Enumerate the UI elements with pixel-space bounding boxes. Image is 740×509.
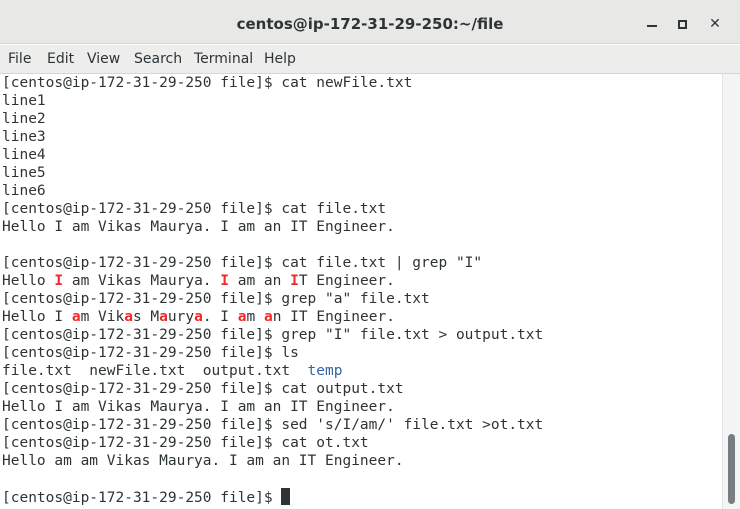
- menu-help[interactable]: Help: [264, 51, 296, 67]
- vertical-scrollbar[interactable]: [722, 74, 740, 509]
- grep-match: I: [54, 273, 64, 289]
- grep-match: a: [71, 309, 81, 325]
- terminal-text: Hello am am Vikas Maurya. I am an IT Eng…: [2, 453, 404, 469]
- menu-edit[interactable]: Edit: [47, 51, 74, 67]
- terminal-line: line3: [2, 128, 543, 146]
- terminal-text: [centos@ip-172-31-29-250 file]$ ls: [2, 345, 299, 361]
- grep-match: a: [124, 309, 133, 325]
- grep-match: a: [237, 309, 247, 325]
- terminal-text: n IT Engineer.: [272, 309, 395, 325]
- terminal-line: line6: [2, 182, 543, 200]
- terminal-line: [centos@ip-172-31-29-250 file]$ cat outp…: [2, 380, 543, 398]
- terminal-text: line1: [2, 93, 46, 109]
- terminal-line: Hello am am Vikas Maurya. I am an IT Eng…: [2, 452, 543, 470]
- terminal-line: [centos@ip-172-31-29-250 file]$ cat newF…: [2, 74, 543, 92]
- terminal-text: line5: [2, 165, 46, 181]
- maximize-button[interactable]: [670, 12, 694, 36]
- terminal-line: Hello I am Vikas Maurya. I am an IT Engi…: [2, 308, 543, 326]
- terminal-text: am Vikas Maurya.: [63, 273, 221, 289]
- minimize-button[interactable]: [640, 12, 664, 36]
- grep-match: I: [220, 273, 229, 289]
- grep-match: a: [263, 309, 273, 325]
- terminal-window: centos@ip-172-31-29-250:~/file ✕ File Ed…: [0, 0, 740, 509]
- terminal-text: [centos@ip-172-31-29-250 file]$: [2, 490, 282, 506]
- terminal-line: line4: [2, 146, 543, 164]
- close-button[interactable]: ✕: [703, 12, 727, 36]
- terminal-lines: [centos@ip-172-31-29-250 file]$ cat newF…: [2, 74, 543, 506]
- terminal-line: [centos@ip-172-31-29-250 file]$ cat ot.t…: [2, 434, 543, 452]
- terminal-line: line1: [2, 92, 543, 110]
- terminal-line: line2: [2, 110, 543, 128]
- terminal-text: s M: [132, 309, 160, 325]
- terminal-line: [centos@ip-172-31-29-250 file]$ cat file…: [2, 254, 543, 272]
- terminal-text: [centos@ip-172-31-29-250 file]$ sed 's/I…: [2, 417, 544, 433]
- terminal-line: [centos@ip-172-31-29-250 file]$ grep "I"…: [2, 326, 543, 344]
- terminal-text: [centos@ip-172-31-29-250 file]$ cat outp…: [2, 381, 404, 397]
- terminal-line: line5: [2, 164, 543, 182]
- title-bar[interactable]: centos@ip-172-31-29-250:~/file ✕: [0, 0, 740, 44]
- menu-file[interactable]: File: [8, 51, 31, 67]
- directory-name: temp: [307, 363, 343, 379]
- terminal-text: line3: [2, 129, 46, 145]
- menu-search[interactable]: Search: [134, 51, 182, 67]
- grep-match: a: [194, 309, 203, 325]
- scrollbar-thumb[interactable]: [728, 434, 735, 504]
- terminal-text: Hello I am Vikas Maurya. I am an IT Engi…: [2, 219, 395, 235]
- terminal-line: Hello I am Vikas Maurya. I am an IT Engi…: [2, 398, 543, 416]
- terminal-text: [centos@ip-172-31-29-250 file]$ grep "I"…: [2, 327, 544, 343]
- terminal-text: [centos@ip-172-31-29-250 file]$ cat file…: [2, 201, 387, 217]
- maximize-icon: [678, 20, 687, 29]
- terminal-line: [centos@ip-172-31-29-250 file]$ sed 's/I…: [2, 416, 543, 434]
- menu-view[interactable]: View: [87, 51, 120, 67]
- terminal-text: ury: [167, 309, 195, 325]
- terminal-text: line2: [2, 111, 46, 127]
- terminal-output[interactable]: [centos@ip-172-31-29-250 file]$ cat newF…: [0, 74, 722, 509]
- terminal-text: m Vik: [80, 309, 125, 325]
- terminal-line: Hello I am Vikas Maurya. I am an IT Engi…: [2, 218, 543, 236]
- terminal-line: [centos@ip-172-31-29-250 file]$: [2, 488, 543, 506]
- grep-match: I: [290, 273, 299, 289]
- terminal-text: [centos@ip-172-31-29-250 file]$ cat file…: [2, 255, 483, 271]
- close-icon: ✕: [709, 16, 721, 32]
- terminal-text: [centos@ip-172-31-29-250 file]$ cat ot.t…: [2, 435, 369, 451]
- menu-terminal[interactable]: Terminal: [194, 51, 253, 67]
- terminal-line: file.txt newFile.txt output.txt temp: [2, 362, 543, 380]
- terminal-text: m: [246, 309, 264, 325]
- terminal-line: [centos@ip-172-31-29-250 file]$ cat file…: [2, 200, 543, 218]
- terminal-line: [centos@ip-172-31-29-250 file]$ grep "a"…: [2, 290, 543, 308]
- terminal-text: [centos@ip-172-31-29-250 file]$ cat newF…: [2, 75, 413, 91]
- terminal-text: line6: [2, 183, 46, 199]
- terminal-text: [centos@ip-172-31-29-250 file]$ grep "a"…: [2, 291, 430, 307]
- terminal-text: Hello I am Vikas Maurya. I am an IT Engi…: [2, 399, 395, 415]
- terminal-text: Hello I: [2, 309, 72, 325]
- terminal-text: . I: [202, 309, 238, 325]
- terminal-text: line4: [2, 147, 46, 163]
- terminal-text: am an: [229, 273, 291, 289]
- terminal-text: Hello: [2, 273, 55, 289]
- text-cursor: [281, 488, 291, 505]
- menu-bar: File Edit View Search Terminal Help: [0, 45, 740, 74]
- terminal-line: [centos@ip-172-31-29-250 file]$ ls: [2, 344, 543, 362]
- grep-match: a: [159, 309, 168, 325]
- minimize-icon: [647, 25, 657, 27]
- terminal-text: T Engineer.: [298, 273, 395, 289]
- window-title: centos@ip-172-31-29-250:~/file: [236, 15, 504, 33]
- terminal-line: Hello I am Vikas Maurya. I am an IT Engi…: [2, 272, 543, 290]
- terminal-text: file.txt newFile.txt output.txt: [2, 363, 308, 379]
